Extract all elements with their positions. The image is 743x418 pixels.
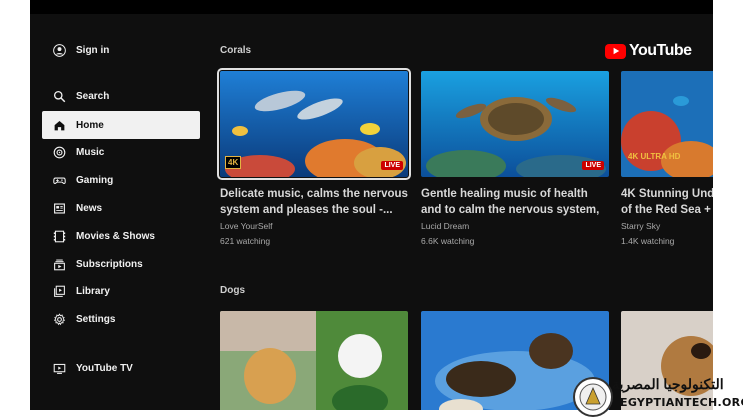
quality-badge: 4K ULTRA HD [628,152,681,161]
sidebar-item-news[interactable]: News [42,194,200,222]
sidebar-item-label: Movies & Shows [76,230,155,242]
sidebar-item-settings[interactable]: Settings [42,305,200,333]
sidebar-item-gaming[interactable]: Gaming [42,166,200,194]
video-channel: Starry Sky [621,221,661,231]
video-thumbnail: LIVE [421,71,609,177]
video-title: Delicate music, calms the nervous system… [220,188,408,216]
video-thumbnail [220,311,408,410]
sidebar-item-home[interactable]: Home [42,111,200,139]
tv-icon [52,361,66,375]
home-icon [52,118,66,132]
search-icon [52,89,66,103]
sidebar-item-search[interactable]: Search [42,82,200,110]
sign-in-button[interactable]: Sign in [42,36,200,64]
sidebar-item-music[interactable]: Music [42,138,200,166]
sidebar-item-label: Search [76,90,110,102]
video-watching: 1.4K watching [621,236,675,246]
live-badge: LIVE [381,161,403,170]
sidebar-item-label: Library [76,285,110,297]
account-icon [52,43,66,57]
sidebar-item-subscriptions[interactable]: Subscriptions [42,250,200,278]
video-watching: 6.6K watching [421,236,475,246]
watermark-logo: التكنولوجيا المصرية EGYPTIANTECH.ORG [572,376,743,418]
youtube-logo: YouTube [605,42,692,60]
shelf-title-corals: Corals [220,45,252,56]
video-channel: Love YourSelf [220,221,273,231]
gamepad-icon [52,173,66,187]
video-thumbnail: 4K LIVE [217,68,411,180]
news-icon [52,201,66,215]
sidebar-item-library[interactable]: Library [42,277,200,305]
logo-text: YouTube [629,42,692,59]
watermark-seal-icon [573,377,613,417]
play-logo-icon [605,43,626,59]
video-channel: Lucid Dream [421,221,470,231]
app-window: Sign in Search Home Music Gaming News Mo… [30,0,713,410]
sign-in-label: Sign in [76,44,110,56]
sidebar-item-movies[interactable]: Movies & Shows [42,222,200,250]
film-icon [52,229,66,243]
shelf-title-dogs: Dogs [220,285,245,296]
youtube-tv-button[interactable]: YouTube TV [42,354,200,382]
music-icon [52,145,66,159]
watermark-arabic-text: التكنولوجيا المصرية [612,376,724,392]
gear-icon [52,312,66,326]
subscriptions-icon [52,257,66,271]
library-icon [52,284,66,298]
video-thumbnail: 4K ULTRA HD [621,71,713,177]
sidebar-item-label: Gaming [76,174,114,186]
sidebar-item-label: Subscriptions [76,258,143,270]
top-bar [30,0,713,14]
video-title: 4K Stunning Underwater Wonders of the Re… [621,188,713,216]
sidebar-item-label: Home [76,119,104,131]
quality-badge: 4K [225,156,242,169]
sidebar-item-label: Settings [76,313,116,325]
sidebar-item-label: Music [76,146,105,158]
video-title: Gentle healing music of health and to ca… [421,188,600,216]
youtube-tv-label: YouTube TV [76,362,133,374]
watermark-latin-text: EGYPTIANTECH.ORG [620,396,743,409]
live-badge: LIVE [582,161,604,170]
video-watching: 621 watching [220,236,271,246]
sidebar-item-label: News [76,202,103,214]
